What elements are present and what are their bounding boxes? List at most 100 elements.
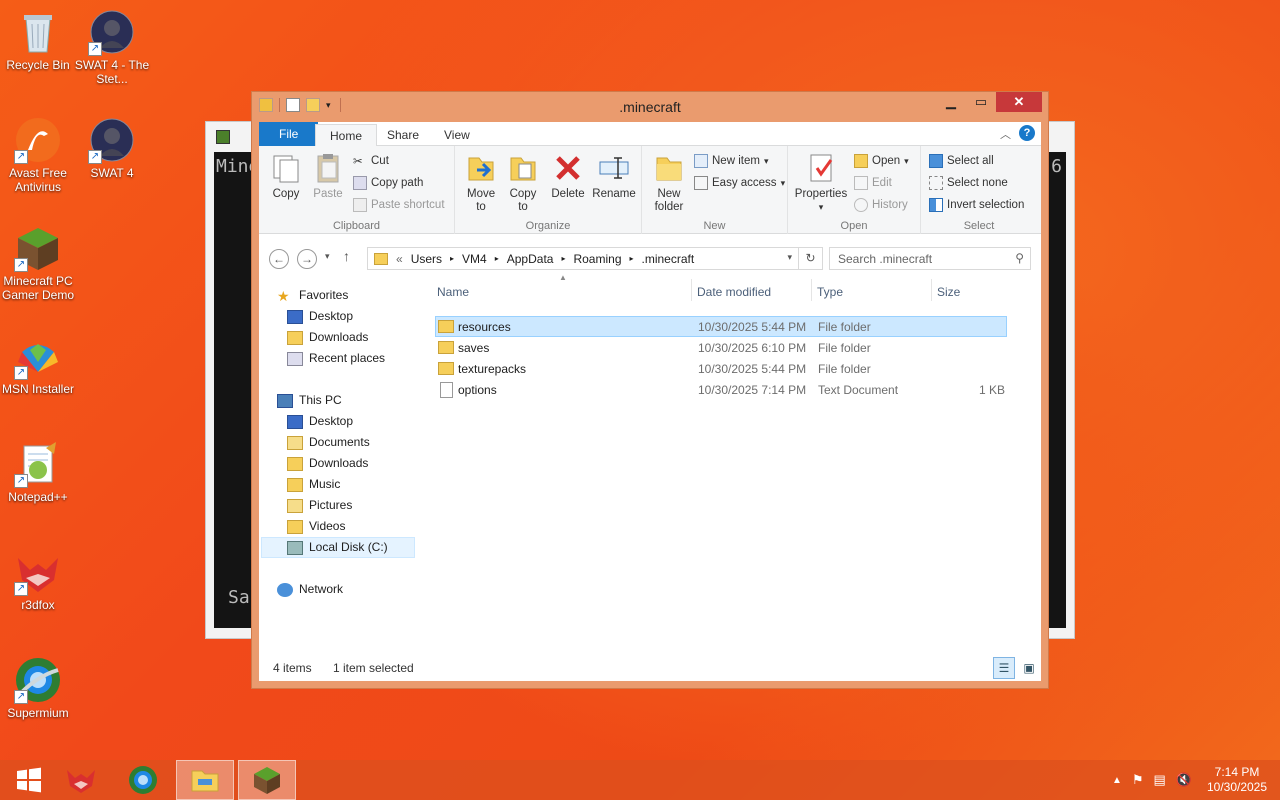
videos-icon <box>287 519 303 534</box>
tab-share[interactable]: Share <box>373 124 433 146</box>
breadcrumb-appdata[interactable]: AppData <box>507 252 554 266</box>
copy-path-button[interactable]: Copy path <box>353 176 423 190</box>
desktop-icon-swat4[interactable]: ↗ SWAT 4 <box>74 116 150 180</box>
show-hidden-icons-icon[interactable]: ▲ <box>1112 775 1122 786</box>
properties-button[interactable]: Properties ▾ <box>792 152 850 214</box>
start-button[interactable] <box>0 760 58 800</box>
file-row[interactable]: options 10/30/2025 7:14 PM Text Document… <box>435 379 1007 400</box>
column-header-type[interactable]: Type <box>817 285 843 299</box>
new-item-button[interactable]: New item ▾ <box>694 154 768 168</box>
desktop-icon-label: Notepad++ <box>8 490 68 504</box>
rename-button[interactable]: Rename <box>589 152 639 201</box>
refresh-icon[interactable]: ↻ <box>798 248 822 269</box>
large-icons-view-icon[interactable]: ▣ <box>1021 660 1037 676</box>
edit-button[interactable]: Edit <box>854 176 892 190</box>
history-icon <box>854 198 868 212</box>
column-header-date[interactable]: Date modified <box>697 285 771 299</box>
delete-button[interactable]: Delete <box>547 152 589 201</box>
desktop-icon-minecraft[interactable]: ↗ Minecraft PC Gamer Demo <box>0 224 76 302</box>
msn-icon: ↗ <box>14 332 62 380</box>
network-status-icon[interactable]: ▤ <box>1154 772 1166 788</box>
nav-pc-music[interactable]: Music <box>287 474 340 495</box>
nav-pc-pictures[interactable]: Pictures <box>287 495 352 516</box>
group-label: Select <box>963 220 995 232</box>
taskbar-minecraft[interactable] <box>238 760 296 800</box>
nav-pc-downloads[interactable]: Downloads <box>287 453 368 474</box>
group-label: Open <box>840 220 868 232</box>
copy-button[interactable]: Copy <box>265 152 307 201</box>
address-box[interactable]: « Users ▸ VM4 ▸ AppData ▸ Roaming ▸ .minecra… <box>367 247 823 270</box>
clock[interactable]: 7:14 PM 10/30/2025 <box>1202 765 1272 795</box>
up-button[interactable]: ↑ <box>343 248 350 264</box>
invert-selection-button[interactable]: Invert selection <box>929 198 1024 212</box>
help-icon[interactable]: ? <box>1019 125 1035 141</box>
taskbar-supermium[interactable] <box>114 760 172 800</box>
tab-view[interactable]: View <box>430 124 484 146</box>
desktop-icon-msn[interactable]: ↗ MSN Installer <box>0 332 76 396</box>
open-button[interactable]: Open ▾ <box>854 154 909 168</box>
network-icon <box>277 582 293 597</box>
desktop-icon-r3dfox[interactable]: ↗ r3dfox <box>0 548 76 612</box>
nav-this-pc[interactable]: This PC <box>277 390 342 411</box>
file-row[interactable]: resources 10/30/2025 5:44 PM File folder <box>435 316 1007 337</box>
paste-button[interactable]: Paste <box>307 152 349 201</box>
back-button[interactable]: ← <box>269 249 289 269</box>
desktop-icon-label: Avast Free Antivirus <box>9 166 67 194</box>
taskbar-file-explorer[interactable] <box>176 760 234 800</box>
nav-network[interactable]: Network <box>277 579 343 600</box>
paste-shortcut-button[interactable]: Paste shortcut <box>353 198 445 212</box>
easy-access-button[interactable]: Easy access ▾ <box>694 176 785 190</box>
details-view-icon[interactable]: ☰ <box>993 657 1015 679</box>
close-button[interactable]: ✕ <box>996 92 1042 112</box>
select-none-button[interactable]: Select none <box>929 176 1008 190</box>
minimize-button[interactable]: ▁ <box>936 92 966 112</box>
explorer-window[interactable]: ▾ .minecraft ▁ ▭ ✕ File Home Share View … <box>251 91 1049 689</box>
nav-favorite-recent-places[interactable]: Recent places <box>287 348 385 369</box>
column-header-name[interactable]: Name <box>437 285 469 299</box>
desktop-icon-label: Recycle Bin <box>6 58 70 72</box>
desktop-icon-label: Minecraft PC Gamer Demo <box>1 274 75 302</box>
desktop-icon-label: SWAT 4 <box>90 166 134 180</box>
history-button[interactable]: History <box>854 198 908 212</box>
nav-pc-desktop[interactable]: Desktop <box>287 411 353 432</box>
volume-muted-icon[interactable]: 🔇 <box>1176 772 1192 788</box>
new-folder-button[interactable]: New folder <box>646 152 692 214</box>
nav-favorite-downloads[interactable]: Downloads <box>287 327 368 348</box>
shortcut-arrow-icon: ↗ <box>14 366 28 380</box>
select-all-button[interactable]: Select all <box>929 154 994 168</box>
downloads-icon <box>287 456 303 471</box>
tab-file[interactable]: File <box>259 122 319 146</box>
breadcrumb-minecraft[interactable]: .minecraft <box>642 252 695 266</box>
desktop-icon-supermium[interactable]: ↗ Supermium <box>0 656 76 720</box>
forward-button[interactable]: → <box>297 249 317 269</box>
nav-pc-documents[interactable]: Documents <box>287 432 370 453</box>
move-to-button[interactable]: Move to <box>461 152 501 214</box>
nav-pc-local-disk[interactable]: Local Disk (C:) <box>261 537 415 558</box>
nav-favorites[interactable]: ★ Favorites <box>277 285 348 306</box>
collapse-ribbon-icon[interactable]: ︿ <box>1000 126 1011 142</box>
title-bar[interactable]: ▾ .minecraft ▁ ▭ ✕ <box>252 92 1048 122</box>
open-icon <box>854 154 868 168</box>
breadcrumb-users[interactable]: Users <box>411 252 442 266</box>
file-row[interactable]: saves 10/30/2025 6:10 PM File folder <box>435 337 1007 358</box>
desktop-icon-avast[interactable]: ↗ Avast Free Antivirus <box>0 116 76 194</box>
copy-to-button[interactable]: Copy to <box>503 152 543 214</box>
desktop-icon-notepadpp[interactable]: ↗ Notepad++ <box>0 440 76 504</box>
tab-home[interactable]: Home <box>315 124 378 146</box>
nav-pc-videos[interactable]: Videos <box>287 516 345 537</box>
breadcrumb-vm4[interactable]: VM4 <box>462 252 487 266</box>
desktop-icon-swat4-stet[interactable]: ↗ SWAT 4 - The Stet... <box>74 8 150 86</box>
action-center-flag-icon[interactable]: ⚑ <box>1132 772 1144 788</box>
taskbar-r3dfox[interactable] <box>52 760 110 800</box>
maximize-button[interactable]: ▭ <box>966 92 996 112</box>
cut-button[interactable]: ✂ Cut <box>353 154 389 168</box>
address-dropdown-icon[interactable]: ▾ <box>787 252 792 263</box>
breadcrumb-roaming[interactable]: Roaming <box>573 252 621 266</box>
search-input[interactable]: Search .minecraft ⚲ <box>829 247 1031 270</box>
desktop-icon-recycle-bin[interactable]: Recycle Bin <box>0 8 76 72</box>
column-header-size[interactable]: Size <box>937 285 960 299</box>
file-row[interactable]: texturepacks 10/30/2025 5:44 PM File fol… <box>435 358 1007 379</box>
nav-favorite-desktop[interactable]: Desktop <box>287 306 353 327</box>
clock-time: 7:14 PM <box>1214 765 1260 779</box>
recent-locations-button[interactable]: ▾ <box>325 251 330 262</box>
